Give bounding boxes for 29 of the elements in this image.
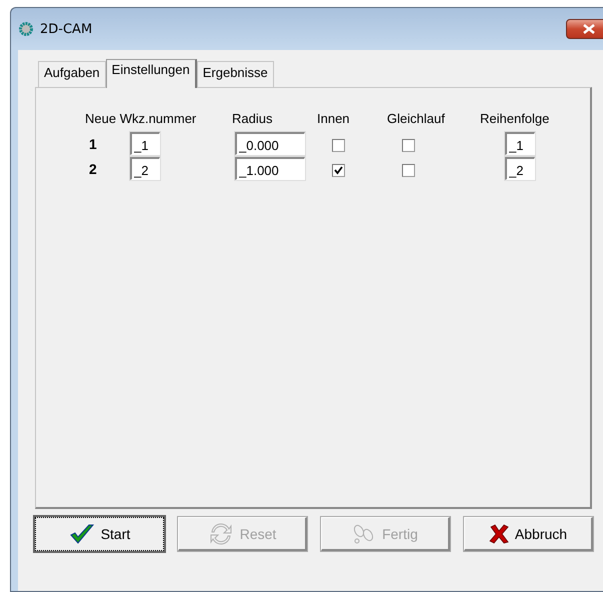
order-field[interactable]: _1 [505,132,535,155]
column-header: Innen [317,110,351,128]
gear-icon [18,21,34,37]
window-title: 2D-CAM [40,22,92,36]
radius-field[interactable]: _0.000 [235,132,305,155]
tool-number-field[interactable]: _2 [130,157,160,180]
close-icon [583,24,595,34]
cross-icon [488,524,509,544]
column-header: Gleichlauf [387,110,446,128]
checkbox[interactable] [402,164,415,177]
column-header: Reihenfolge [480,110,550,128]
row-number: 2 [88,160,98,176]
row-number: 1 [88,136,98,152]
tab[interactable]: Ergebnisse [196,61,274,87]
refresh-icon [208,520,234,546]
tab[interactable]: Einstellungen [106,59,197,88]
tab[interactable]: Aufgaben [38,61,106,87]
column-header: Neue Wkz.nummer [85,110,198,128]
checkbox[interactable] [402,139,415,152]
order-field[interactable]: _2 [505,157,535,180]
column-header: Radius [232,110,274,128]
tool-number-field[interactable]: _1 [130,132,160,155]
checkmark-icon [68,523,95,545]
checkbox[interactable] [332,164,345,177]
start-button[interactable]: Start [35,517,164,551]
cancel-button[interactable]: Abbruch [464,517,593,551]
close-button[interactable] [566,19,603,39]
checkbox[interactable] [332,139,345,152]
radius-field[interactable]: _1.000 [235,157,305,180]
